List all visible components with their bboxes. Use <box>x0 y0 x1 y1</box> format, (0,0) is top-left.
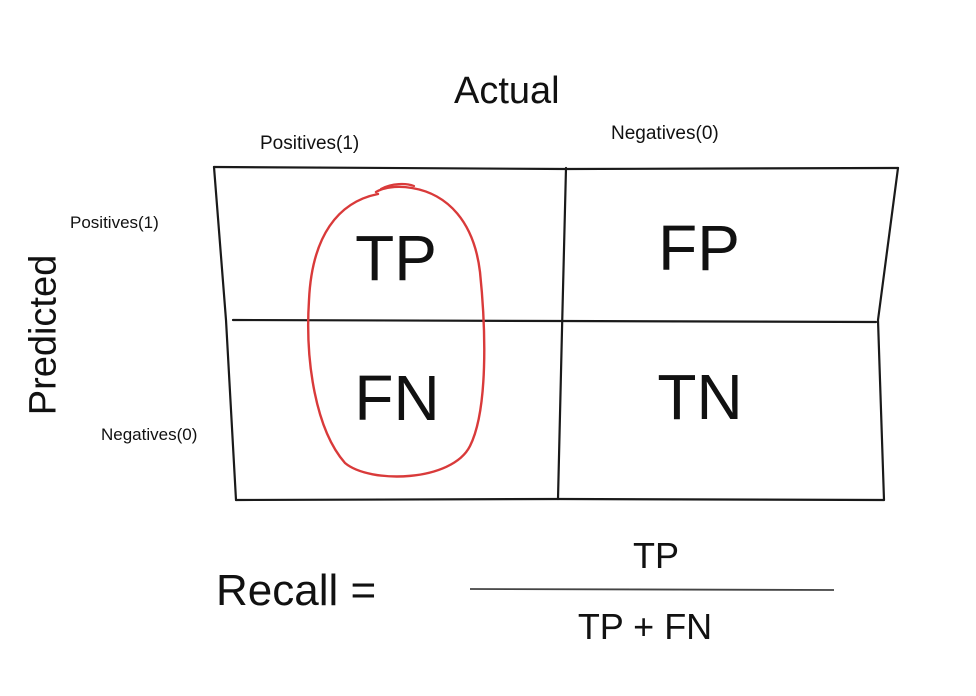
cell-true-positive: TP <box>355 222 437 294</box>
actual-title: Actual <box>454 70 560 112</box>
cell-false-positive: FP <box>658 212 740 284</box>
col-header-negatives: Negatives(0) <box>611 123 719 144</box>
grid-middle-horizontal <box>231 318 878 324</box>
fraction-bar <box>469 588 835 591</box>
predicted-title: Predicted <box>22 254 65 416</box>
recall-diagram: Actual Positives(1) Negatives(0) Positiv… <box>0 0 976 696</box>
cell-false-negative: FN <box>354 362 440 434</box>
row-header-negatives: Negatives(0) <box>101 425 198 444</box>
recall-numerator: TP <box>632 535 680 576</box>
recall-denominator: TP + FN <box>577 606 713 647</box>
grid-middle-vertical <box>556 166 568 501</box>
grid-bottom-edge <box>234 497 886 502</box>
recall-label: Recall = <box>216 566 377 615</box>
grid-left-edge <box>212 165 238 502</box>
row-header-positives: Positives(1) <box>70 213 159 232</box>
col-header-positives: Positives(1) <box>260 133 360 154</box>
cell-true-negative: TN <box>657 361 743 433</box>
grid-right-edge <box>876 166 900 502</box>
grid-top-edge <box>212 165 900 171</box>
